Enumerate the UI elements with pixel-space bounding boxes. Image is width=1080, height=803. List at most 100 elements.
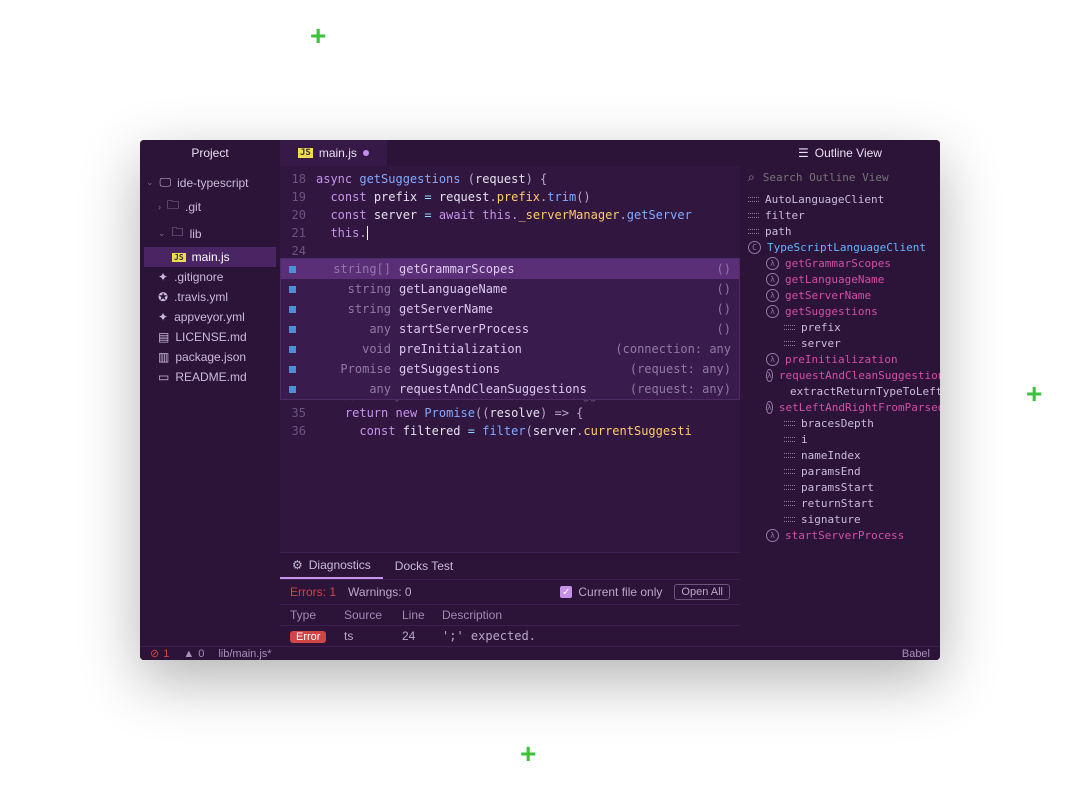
docks-test-tab[interactable]: Docks Test [383,553,465,579]
tree-item[interactable]: ✪.travis.yml [144,287,276,307]
outline-item[interactable]: signature [744,511,936,527]
gear-icon: ✦ [158,310,168,324]
js-icon: JS [172,253,186,262]
outline-item[interactable]: extractReturnTypeToLeft [744,383,936,399]
tree-item[interactable]: ✦ .gitignore [144,267,276,287]
outline-item[interactable]: λgetGrammarScopes [744,255,936,271]
decor-plus-icon: + [520,738,536,770]
variable-icon [784,469,795,474]
outline-item[interactable]: λrequestAndCleanSuggestions [744,367,936,383]
outline-list[interactable]: AutoLanguageClient filterpath C TypeScriptL… [740,189,940,646]
project-tree[interactable]: ⌄ 🖵 ide-typescript ›🗀.git⌄🗀libJSmain.js✦… [140,166,280,646]
outline-item-label: getServerName [785,289,871,302]
outline-item[interactable]: i [744,431,936,447]
variable-icon [784,453,795,458]
function-icon: λ [766,529,779,542]
status-warnings[interactable]: ▲ 0 [183,648,204,660]
outline-item[interactable]: path [744,223,936,239]
errors-count: Errors: 1 [290,585,336,599]
diagnostics-tab[interactable]: ⚙ Diagnostics [280,553,383,579]
outline-item-label: requestAndCleanSuggestions [779,369,940,382]
tree-item[interactable]: JS main.js [144,247,276,267]
variable-icon [748,197,759,202]
variable-icon [784,421,795,426]
outline-item-label: prefix [801,321,841,334]
chevron-icon: › [158,202,161,212]
autocomplete-popup[interactable]: string[] getGrammarScopes () string getL… [280,258,740,400]
tree-item[interactable]: ▤LICENSE.md [144,327,276,347]
variable-icon [784,437,795,442]
method-icon [289,366,296,373]
outline-item-label: server [801,337,841,350]
outline-item-label: paramsEnd [801,465,861,478]
outline-item[interactable]: bracesDepth [744,415,936,431]
autocomplete-item[interactable]: string getServerName () [281,299,739,319]
open-all-button[interactable]: Open All [674,584,730,600]
autocomplete-item[interactable]: any startServerProcess () [281,319,739,339]
diagnostic-row[interactable]: Error ts 24 ';' expected. [280,626,740,646]
outline-item[interactable]: λpreInitialization [744,351,936,367]
folder-icon: 🗀 [167,196,179,217]
outline-item[interactable]: paramsEnd [744,463,936,479]
tree-root[interactable]: ⌄ 🖵 ide-typescript [144,172,276,193]
function-icon: λ [766,257,779,270]
travis-icon: ✪ [158,290,168,304]
tree-item[interactable]: ⌄🗀lib [144,220,276,247]
autocomplete-item[interactable]: string getLanguageName () [281,279,739,299]
outline-item[interactable]: λgetSuggestions [744,303,936,319]
tree-item-label: package.json [175,350,246,364]
autocomplete-item[interactable]: Promise getSuggestions (request: any) [281,359,739,379]
outline-item[interactable]: λgetLanguageName [744,271,936,287]
outline-item[interactable]: paramsStart [744,479,936,495]
function-icon: λ [766,401,773,414]
autocomplete-item[interactable]: any requestAndCleanSuggestions (request:… [281,379,739,399]
outline-item[interactable]: server [744,335,936,351]
tree-item-label: .gitignore [174,270,223,284]
outline-item-label: i [801,433,808,446]
method-icon [289,326,296,333]
outline-item-label: startServerProcess [785,529,904,542]
outline-item[interactable]: λgetServerName [744,287,936,303]
status-errors[interactable]: ⊘ 1 [150,647,169,660]
outline-item-label: signature [801,513,861,526]
tab-mainjs[interactable]: JS main.js [280,140,387,166]
current-file-checkbox[interactable]: ✓ [560,586,572,598]
tree-item[interactable]: ›🗀.git [144,193,276,220]
outline-item[interactable]: AutoLanguageClient [744,191,936,207]
autocomplete-item[interactable]: void preInitialization (connection: any [281,339,739,359]
outline-item-label: returnStart [801,497,874,510]
function-icon: λ [766,305,779,318]
tree-item[interactable]: ▭README.md [144,367,276,387]
outline-item[interactable]: λ startServerProcess [744,527,936,543]
status-path[interactable]: lib/main.js* [218,648,271,660]
md-icon: ▤ [158,330,169,344]
outline-item-label: paramsStart [801,481,874,494]
tree-item-label: README.md [175,370,246,384]
outline-item-label: TypeScriptLanguageClient [767,241,926,254]
tree-item[interactable]: ✦ appveyor.yml [144,307,276,327]
status-language[interactable]: Babel [902,648,930,660]
gear-icon: ✦ [158,270,168,284]
tree-item-label: main.js [192,250,230,264]
warning-icon: ▲ [183,648,194,660]
outline-item[interactable]: returnStart [744,495,936,511]
variable-icon [748,213,759,218]
class-icon: C [748,241,761,254]
search-icon: ⌕ [748,170,755,185]
outline-item-label: preInitialization [785,353,898,366]
statusbar: ⊘ 1 ▲ 0 lib/main.js* Babel [140,646,940,660]
outline-item[interactable]: C TypeScriptLanguageClient [744,239,936,255]
outline-search-input[interactable] [763,171,932,184]
autocomplete-item[interactable]: string[] getGrammarScopes () [281,259,739,279]
outline-item[interactable]: nameIndex [744,447,936,463]
tree-item[interactable]: ▥package.json [144,347,276,367]
outline-item-label: filter [765,209,805,222]
list-icon: ☰ [798,146,809,160]
bug-icon: ⚙ [292,558,303,572]
variable-icon [784,325,795,330]
outline-item[interactable]: filter [744,207,936,223]
warnings-count: Warnings: 0 [348,585,412,599]
outline-item[interactable]: prefix [744,319,936,335]
tree-item-label: appveyor.yml [174,310,245,324]
outline-item[interactable]: λsetLeftAndRightFromParsed [744,399,936,415]
